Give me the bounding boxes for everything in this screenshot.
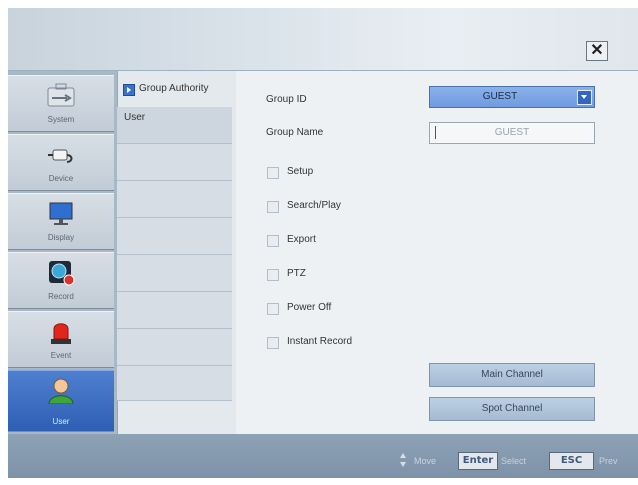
list-item-label: User bbox=[124, 112, 146, 123]
user-icon bbox=[48, 378, 74, 404]
group-id-value: GUEST bbox=[482, 91, 518, 102]
search-play-label: Search/Play bbox=[287, 200, 341, 211]
sidebar-item-device[interactable]: Device bbox=[8, 134, 114, 191]
move-hint: Move bbox=[414, 456, 437, 466]
list-item[interactable] bbox=[117, 329, 232, 366]
main-channel-label: Main Channel bbox=[481, 369, 543, 380]
setup-checkbox[interactable] bbox=[267, 167, 279, 179]
sidebar-item-display[interactable]: Display bbox=[8, 193, 114, 250]
up-down-arrow-icon bbox=[400, 453, 406, 467]
setup-label: Setup bbox=[287, 166, 314, 177]
sidebar-item-label: Display bbox=[47, 233, 75, 242]
wrench-icon bbox=[47, 83, 75, 107]
sidebar-item-label: User bbox=[52, 417, 70, 426]
sidebar-item-system[interactable]: System bbox=[8, 75, 114, 132]
close-button[interactable]: ✕ bbox=[586, 41, 608, 61]
export-label: Export bbox=[287, 234, 316, 245]
instant-record-label: Instant Record bbox=[287, 336, 353, 347]
group-id-label: Group ID bbox=[266, 94, 307, 105]
sidebar-item-label: Event bbox=[50, 351, 72, 360]
list-item[interactable] bbox=[117, 218, 232, 255]
sidebar-item-event[interactable]: Event bbox=[8, 311, 114, 368]
spot-channel-button[interactable]: Spot Channel bbox=[429, 397, 595, 421]
sidebar-item-label: System bbox=[47, 115, 75, 124]
sidebar-item-label: Record bbox=[48, 292, 74, 301]
title-bar bbox=[8, 8, 638, 71]
arrow-right-icon bbox=[123, 84, 135, 96]
device-icon bbox=[48, 149, 73, 163]
spot-channel-label: Spot Channel bbox=[481, 403, 543, 414]
power-off-checkbox[interactable] bbox=[267, 303, 279, 315]
monitor-icon bbox=[49, 202, 73, 225]
sidebar-item-user[interactable]: User bbox=[8, 370, 114, 432]
list-item[interactable] bbox=[117, 366, 232, 401]
chevron-down-icon[interactable] bbox=[577, 90, 592, 105]
group-id-select[interactable]: GUEST bbox=[429, 86, 595, 108]
group-name-label: Group Name bbox=[266, 127, 324, 138]
sidebar-item-record[interactable]: Record bbox=[8, 252, 114, 309]
prev-hint: Prev bbox=[599, 456, 618, 466]
menu-header-label: Group Authority bbox=[139, 83, 209, 94]
power-off-label: Power Off bbox=[287, 302, 332, 313]
main-channel-button[interactable]: Main Channel bbox=[429, 363, 595, 387]
record-icon bbox=[49, 261, 75, 286]
group-name-value: GUEST bbox=[494, 127, 530, 138]
esc-key: ESC bbox=[549, 452, 594, 470]
group-name-field[interactable]: GUEST bbox=[429, 122, 595, 144]
ptz-label: PTZ bbox=[287, 268, 306, 279]
list-item[interactable] bbox=[117, 255, 232, 292]
sidebar-item-label: Device bbox=[48, 174, 74, 183]
list-item[interactable] bbox=[117, 181, 232, 218]
menu-header: Group Authority bbox=[117, 80, 235, 102]
list-item[interactable] bbox=[117, 144, 232, 181]
list-item[interactable] bbox=[117, 292, 232, 329]
export-checkbox[interactable] bbox=[267, 235, 279, 247]
alarm-light-icon bbox=[51, 323, 71, 344]
list-item-user[interactable]: User bbox=[117, 107, 232, 144]
enter-key: Enter bbox=[458, 452, 498, 470]
footer-bar bbox=[8, 434, 638, 478]
select-hint: Select bbox=[501, 456, 527, 466]
search-play-checkbox[interactable] bbox=[267, 201, 279, 213]
instant-record-checkbox[interactable] bbox=[267, 337, 279, 349]
ptz-checkbox[interactable] bbox=[267, 269, 279, 281]
